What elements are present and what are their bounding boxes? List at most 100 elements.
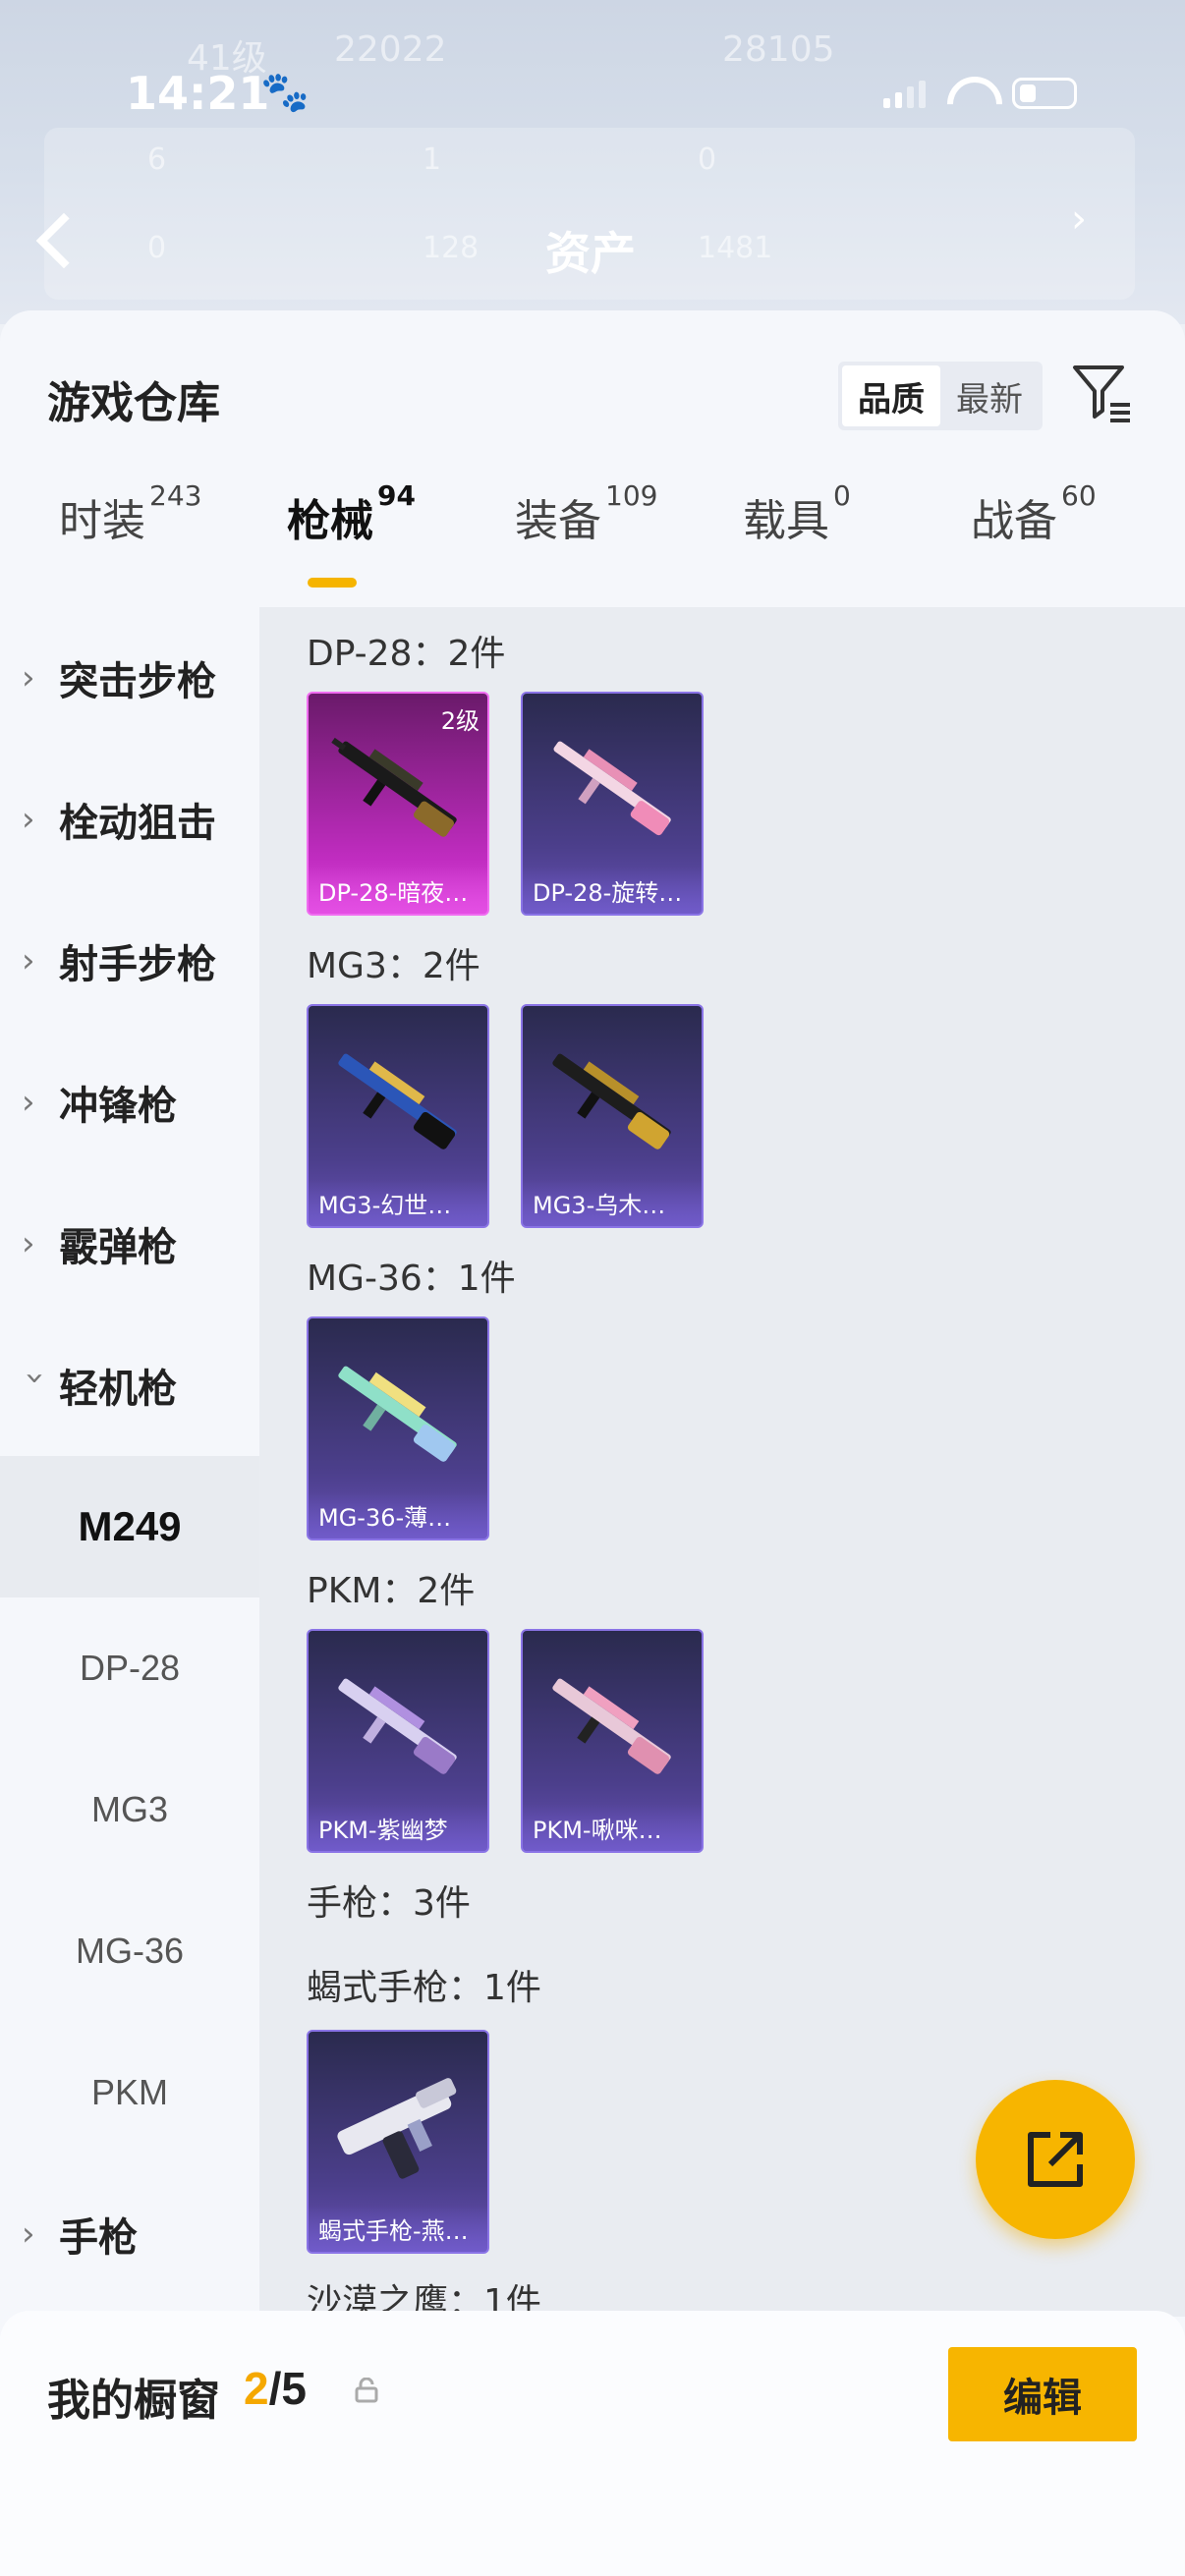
tab-tactical-gear[interactable]: 战备60 xyxy=(971,479,1097,548)
tab-count: 60 xyxy=(1061,479,1097,512)
tab-count: 94 xyxy=(377,479,416,512)
wifi-icon xyxy=(947,77,990,110)
share-button[interactable] xyxy=(976,2080,1135,2239)
level-badge: 2级 xyxy=(440,707,480,735)
filter-icon[interactable] xyxy=(1071,362,1134,424)
group-title: MG3：2件 xyxy=(307,946,480,986)
skin-card[interactable]: PKM-啾咪… xyxy=(521,1629,704,1853)
battery-icon xyxy=(1012,78,1077,109)
lmg-skin-icon xyxy=(552,1678,671,1774)
nav-shotgun[interactable]: › 霰弹枪 xyxy=(0,1173,259,1315)
skin-name: PKM-啾咪… xyxy=(523,1804,702,1851)
showcase-count-total: /5 xyxy=(268,2363,307,2414)
skin-card[interactable]: 蝎式手枪-燕… xyxy=(307,2030,489,2254)
ghost-stat: 1481 xyxy=(698,231,773,265)
tab-label: 战备 xyxy=(971,496,1057,546)
chevron-right-icon: › xyxy=(22,941,35,980)
status-indicators xyxy=(883,77,1077,110)
ghost-stat: 128 xyxy=(423,231,480,265)
showcase-count-current: 2 xyxy=(244,2363,269,2414)
nav-sub-mg3[interactable]: MG3 xyxy=(0,1739,259,1880)
sheet-header: 游戏仓库 品质 最新 xyxy=(0,310,1185,438)
skin-card[interactable]: MG3-幻世… xyxy=(307,1004,489,1228)
sheet-title: 游戏仓库 xyxy=(47,378,220,428)
signal-icon xyxy=(883,79,926,108)
chevron-right-icon: › xyxy=(22,1083,35,1122)
background-header: 41级 22022 28105 6 1 0 0 128 1481 14:21 🐾… xyxy=(0,0,1185,324)
chevron-right-icon: › xyxy=(1071,196,1087,242)
nav-smg[interactable]: › 冲锋枪 xyxy=(0,1032,259,1173)
skin-name: MG-36-薄… xyxy=(309,1491,487,1539)
weapon-skin-list: DP-28：2件 2级 DP-28-暗夜… DP-28-旋转… MG3：2件 M… xyxy=(259,607,1185,2317)
edit-button[interactable]: 编辑 xyxy=(948,2347,1137,2441)
lmg-skin-icon xyxy=(338,1678,457,1774)
group-title: DP-28：2件 xyxy=(307,634,506,674)
weapon-category-nav: › 突击步枪 › 栓动狙击 › 射手步枪 › 冲锋枪 › 霰弹枪 › 轻机枪 M249 DP… xyxy=(0,607,259,2576)
skin-card[interactable]: DP-28-旋转… xyxy=(521,692,704,916)
skin-name: PKM-紫幽梦 xyxy=(309,1804,487,1851)
showcase-bar: 我的橱窗 2/5 编辑 xyxy=(0,2311,1185,2576)
skin-name: DP-28-旋转… xyxy=(523,867,702,914)
lmg-skin-icon xyxy=(552,1053,671,1149)
skin-name: MG3-幻世… xyxy=(309,1179,487,1226)
nav-lmg[interactable]: › 轻机枪 xyxy=(0,1315,259,1456)
tab-fashion[interactable]: 时装243 xyxy=(59,479,201,548)
chevron-right-icon: › xyxy=(22,1224,35,1263)
sort-toggle[interactable]: 品质 最新 xyxy=(838,362,1043,430)
skin-card[interactable]: MG-36-薄… xyxy=(307,1316,489,1540)
lock-icon xyxy=(355,2378,378,2403)
ghost-stat: 1 xyxy=(423,142,442,177)
tab-count: 243 xyxy=(149,479,202,512)
tab-count: 109 xyxy=(605,479,658,512)
nav-label: 手枪 xyxy=(59,2215,138,2261)
tab-equipment[interactable]: 装备109 xyxy=(515,479,657,548)
ghost-stat: 0 xyxy=(698,142,717,177)
group-title: 手枪：3件 xyxy=(307,1883,471,1924)
lmg-skin-icon xyxy=(553,741,671,836)
showcase-label: 我的橱窗 xyxy=(47,2376,220,2426)
sort-newest-option[interactable]: 最新 xyxy=(940,365,1039,426)
status-time: 14:21 xyxy=(126,67,270,120)
nav-label: 轻机枪 xyxy=(59,1367,177,1412)
nav-pistol[interactable]: › 手枪 xyxy=(0,2163,259,2305)
skin-card[interactable]: PKM-紫幽梦 xyxy=(307,1629,489,1853)
tab-count: 0 xyxy=(833,479,851,512)
skin-name: DP-28-暗夜… xyxy=(309,867,487,914)
skin-name: MG3-乌木… xyxy=(523,1179,702,1226)
tab-label: 时装 xyxy=(59,496,145,546)
showcase-count: 2/5 xyxy=(244,2362,307,2415)
nav-sub-pkm[interactable]: PKM xyxy=(0,2022,259,2163)
ghost-stat: 6 xyxy=(147,142,167,177)
group-title: 蝎式手枪：1件 xyxy=(307,1968,541,2008)
share-external-icon xyxy=(1028,2132,1083,2187)
nav-label: 霰弹枪 xyxy=(59,1225,177,1270)
skin-card[interactable]: MG3-乌木… xyxy=(521,1004,704,1228)
active-tab-indicator xyxy=(308,578,357,588)
chevron-right-icon: › xyxy=(22,658,35,698)
tab-label: 枪械 xyxy=(287,496,373,546)
nav-label: 射手步枪 xyxy=(59,942,216,987)
nav-assault-rifle[interactable]: › 突击步枪 xyxy=(0,607,259,749)
tab-firearms[interactable]: 枪械94 xyxy=(287,479,416,548)
nav-label: 冲锋枪 xyxy=(59,1084,177,1129)
paw-icon: 🐾 xyxy=(260,70,310,115)
nav-label: 突击步枪 xyxy=(59,659,216,704)
tab-vehicles[interactable]: 载具0 xyxy=(743,479,851,548)
group-title: PKM：2件 xyxy=(307,1571,476,1611)
chevron-right-icon: › xyxy=(22,2214,35,2254)
nav-marksman-rifle[interactable]: › 射手步枪 xyxy=(0,890,259,1032)
ghost-stat: 28105 xyxy=(722,29,835,70)
nav-sub-mg36[interactable]: MG-36 xyxy=(0,1880,259,2022)
lmg-skin-icon xyxy=(338,1053,457,1149)
chevron-right-icon: › xyxy=(22,800,35,839)
group-title: MG-36：1件 xyxy=(307,1259,516,1299)
lmg-skin-icon xyxy=(338,1366,457,1462)
nav-bolt-sniper[interactable]: › 栓动狙击 xyxy=(0,749,259,890)
nav-sub-m249[interactable]: M249 xyxy=(0,1456,259,1597)
nav-sub-dp28[interactable]: DP-28 xyxy=(0,1597,259,1739)
page-title: 资产 xyxy=(545,227,636,280)
pistol-skin-icon xyxy=(337,2078,457,2179)
chevron-down-icon: › xyxy=(16,1372,55,1385)
sort-quality-option[interactable]: 品质 xyxy=(842,365,940,426)
skin-card[interactable]: 2级 DP-28-暗夜… xyxy=(307,692,489,916)
